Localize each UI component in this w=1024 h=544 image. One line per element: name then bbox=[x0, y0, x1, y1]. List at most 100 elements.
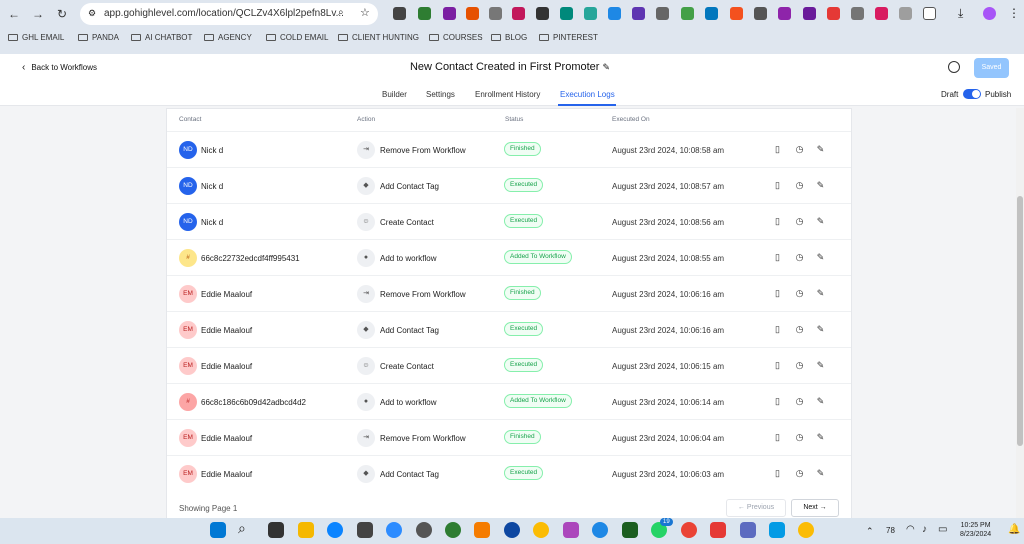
extension-icon[interactable] bbox=[827, 7, 840, 20]
clock-icon[interactable]: ◷ bbox=[795, 324, 804, 334]
table-row[interactable]: EM Eddie Maalouf ⇥ Remove From Workflow Fini… bbox=[167, 275, 851, 311]
clock-icon[interactable]: ◷ bbox=[795, 216, 804, 226]
table-row[interactable]: EM Eddie Maalouf ◆ Add Contact Tag Executed A… bbox=[167, 311, 851, 347]
anydesk-icon[interactable] bbox=[710, 522, 726, 538]
extension-icon[interactable] bbox=[584, 7, 597, 20]
notifications-bell-icon[interactable]: 🔔 bbox=[1008, 524, 1020, 535]
edit-note-icon[interactable]: ✎ bbox=[816, 396, 825, 406]
saved-button[interactable]: Saved bbox=[974, 58, 1009, 78]
extension-icon[interactable] bbox=[681, 7, 694, 20]
chrome-icon[interactable] bbox=[681, 522, 697, 538]
zoom-icon[interactable]: ⌕ bbox=[338, 7, 344, 18]
edit-note-icon[interactable]: ✎ bbox=[816, 252, 825, 262]
extension-icon[interactable] bbox=[705, 7, 718, 20]
contact-name[interactable]: Nick d bbox=[201, 146, 223, 155]
bookmark-folder[interactable]: AGENCY bbox=[204, 33, 252, 42]
edit-note-icon[interactable]: ✎ bbox=[816, 216, 825, 226]
table-row[interactable]: ND Nick d ⇥ Remove From Workflow Finished Aug… bbox=[167, 131, 851, 167]
extension-icon[interactable] bbox=[656, 7, 669, 20]
app-icon[interactable] bbox=[622, 522, 638, 538]
extension-icon[interactable] bbox=[560, 7, 573, 20]
table-row[interactable]: #66c8c22732edcdf4ff995431 ● Add to workflo… bbox=[167, 239, 851, 275]
extension-icon[interactable] bbox=[512, 7, 525, 20]
extension-icon[interactable] bbox=[899, 7, 912, 20]
extensions-puzzle-icon[interactable] bbox=[923, 7, 936, 20]
menu-kebab-icon[interactable]: ⋮ bbox=[1008, 6, 1020, 20]
bookmark-folder[interactable]: PINTEREST bbox=[539, 33, 598, 42]
history-icon[interactable] bbox=[948, 61, 960, 73]
app-icon[interactable] bbox=[563, 522, 579, 538]
table-row[interactable]: EM Eddie Maalouf ◆ Add Contact Tag Executed A… bbox=[167, 455, 851, 491]
search-icon[interactable]: ⌕ bbox=[238, 520, 246, 537]
extension-icon[interactable] bbox=[418, 7, 431, 20]
clipboard-icon[interactable]: ▯ bbox=[773, 288, 782, 298]
clock-icon[interactable]: ◷ bbox=[795, 396, 804, 406]
table-row[interactable]: ND Nick d ☺ Create Contact Executed August 23… bbox=[167, 203, 851, 239]
extension-icon[interactable] bbox=[393, 7, 406, 20]
clock-icon[interactable]: ◷ bbox=[795, 288, 804, 298]
app-icon[interactable] bbox=[504, 522, 520, 538]
next-page-button[interactable]: Next → bbox=[791, 499, 839, 517]
chrome-icon[interactable] bbox=[798, 522, 814, 538]
file-explorer-icon[interactable] bbox=[298, 522, 314, 538]
app-icon[interactable] bbox=[592, 522, 608, 538]
app-icon[interactable] bbox=[474, 522, 490, 538]
clipboard-icon[interactable]: ▯ bbox=[773, 180, 782, 190]
back-to-workflows-link[interactable]: ‹ Back to Workflows bbox=[22, 62, 97, 73]
extension-icon[interactable] bbox=[489, 7, 502, 20]
bookmark-folder[interactable]: CLIENT HUNTING bbox=[338, 33, 419, 42]
bookmark-folder[interactable]: PANDA bbox=[78, 33, 119, 42]
address-bar[interactable]: ⚙ app.gohighlevel.com/location/QCLZv4X6l… bbox=[80, 3, 378, 25]
extension-icon[interactable] bbox=[443, 7, 456, 20]
clock-icon[interactable]: ◷ bbox=[795, 180, 804, 190]
app-icon[interactable] bbox=[445, 522, 461, 538]
table-row[interactable]: #66c8c186c6b09d42adbcd4d2 ● Add to workflo… bbox=[167, 383, 851, 419]
system-clock[interactable]: 10:25 PM 8/23/2024 bbox=[960, 521, 991, 539]
app-icon[interactable] bbox=[769, 522, 785, 538]
star-icon[interactable]: ☆ bbox=[360, 6, 370, 19]
settings-gear-icon[interactable] bbox=[416, 522, 432, 538]
clipboard-icon[interactable]: ▯ bbox=[773, 360, 782, 370]
tab-builder[interactable]: Builder bbox=[382, 90, 407, 99]
edit-note-icon[interactable]: ✎ bbox=[816, 180, 825, 190]
site-info-icon[interactable]: ⚙ bbox=[88, 8, 96, 19]
scrollbar-thumb[interactable] bbox=[1017, 196, 1023, 446]
contact-name[interactable]: Eddie Maalouf bbox=[201, 362, 252, 371]
clipboard-icon[interactable]: ▯ bbox=[773, 324, 782, 334]
extension-icon[interactable] bbox=[730, 7, 743, 20]
contact-name[interactable]: Eddie Maalouf bbox=[201, 290, 252, 299]
extension-icon[interactable] bbox=[466, 7, 479, 20]
tab-execution-logs[interactable]: Execution Logs bbox=[560, 90, 615, 99]
app-icon[interactable] bbox=[740, 522, 756, 538]
extension-icon[interactable] bbox=[851, 7, 864, 20]
reload-icon[interactable]: ↻ bbox=[56, 8, 68, 20]
extension-icon[interactable] bbox=[778, 7, 791, 20]
chevron-up-icon[interactable]: ⌃ bbox=[866, 526, 874, 537]
store-icon[interactable] bbox=[357, 522, 373, 538]
bookmark-folder[interactable]: AI CHATBOT bbox=[131, 33, 192, 42]
task-view-icon[interactable] bbox=[268, 522, 284, 538]
clock-icon[interactable]: ◷ bbox=[795, 360, 804, 370]
contact-name[interactable]: Eddie Maalouf bbox=[201, 326, 252, 335]
clipboard-icon[interactable]: ▯ bbox=[773, 144, 782, 154]
back-arrow-icon[interactable]: ← bbox=[8, 8, 20, 20]
bookmark-folder[interactable]: BLOG bbox=[491, 33, 527, 42]
edit-note-icon[interactable]: ✎ bbox=[816, 468, 825, 478]
battery-icon[interactable]: ▭ bbox=[938, 524, 947, 535]
edit-pencil-icon[interactable]: ✎ bbox=[603, 62, 611, 72]
chrome-icon[interactable] bbox=[533, 522, 549, 538]
bookmark-folder[interactable]: COLD EMAIL bbox=[266, 33, 328, 42]
profile-avatar[interactable] bbox=[983, 7, 996, 20]
extension-icon[interactable] bbox=[608, 7, 621, 20]
tab-settings[interactable]: Settings bbox=[426, 90, 455, 99]
zoom-app-icon[interactable] bbox=[386, 522, 402, 538]
contact-name[interactable]: Nick d bbox=[201, 182, 223, 191]
windows-start-icon[interactable] bbox=[210, 522, 226, 538]
extension-icon[interactable] bbox=[754, 7, 767, 20]
download-icon[interactable]: ⤓ bbox=[958, 6, 963, 21]
clock-icon[interactable]: ◷ bbox=[795, 468, 804, 478]
contact-name[interactable]: 66c8c22732edcdf4ff995431 bbox=[201, 254, 300, 263]
edit-note-icon[interactable]: ✎ bbox=[816, 144, 825, 154]
previous-page-button[interactable]: ← Previous bbox=[726, 499, 786, 517]
tab-enrollment-history[interactable]: Enrollment History bbox=[475, 90, 540, 99]
